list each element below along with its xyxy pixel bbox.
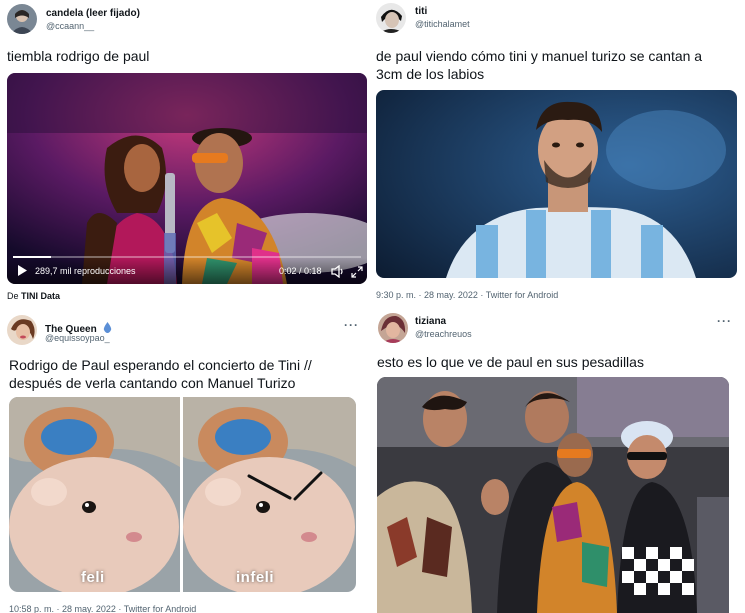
user-handle[interactable]: @titichalamet — [415, 19, 470, 29]
tweet-image-left[interactable]: feli — [9, 397, 180, 592]
tweet-text: de paul viendo cómo tini y manuel turizo… — [376, 47, 702, 83]
progress-track[interactable] — [13, 256, 361, 258]
tweet-image[interactable] — [376, 90, 737, 278]
source-name[interactable]: TINI Data — [21, 291, 60, 301]
display-name[interactable]: tiziana — [415, 316, 446, 327]
tweet-image[interactable] — [377, 377, 729, 613]
video-time: 0:02 / 0:18 — [279, 266, 322, 276]
display-name[interactable]: titi — [415, 6, 427, 17]
volume-icon[interactable] — [331, 265, 345, 278]
image-label-right: infeli — [236, 569, 275, 586]
tweet-timestamp[interactable]: 10:58 p. m. · 28 may. 2022 · Twitter for… — [9, 604, 196, 613]
avatar[interactable] — [7, 4, 37, 34]
tweet-image-right[interactable]: infeli — [183, 397, 356, 592]
tweet-text-line-2: 3cm de los labios — [376, 66, 485, 82]
fullscreen-icon[interactable] — [351, 266, 363, 278]
view-count: 289,7 mil reproducciones — [35, 266, 136, 276]
avatar[interactable] — [376, 3, 406, 33]
play-icon[interactable] — [17, 265, 27, 276]
tweet-text-line-2: después de verla cantando con Manuel Tur… — [9, 375, 296, 391]
tweet-candela[interactable]: candela (leer fijado) @ccaann__ tiembla … — [0, 0, 372, 310]
tweet-text: esto es lo que ve de paul en sus pesadil… — [377, 354, 644, 370]
tweet-text: tiembla rodrigo de paul — [7, 48, 150, 64]
avatar[interactable] — [7, 315, 37, 345]
tweet-timestamp[interactable]: 9:30 p. m. · 28 may. 2022 · Twitter for … — [376, 290, 558, 300]
tweet-tiziana[interactable]: tiziana @treachreuos ··· esto es lo que … — [372, 310, 745, 613]
tweet-the-queen[interactable]: The Queen @equissoypao_ ··· Rodrigo de P… — [0, 310, 372, 613]
image-label-left: feli — [81, 569, 105, 586]
display-name[interactable]: candela (leer fijado) — [46, 8, 140, 19]
more-options-button[interactable]: ··· — [344, 318, 359, 332]
video-source[interactable]: De TINI Data — [7, 291, 60, 301]
tweet-text: Rodrigo de Paul esperando el concierto d… — [9, 356, 312, 392]
progress-fill — [13, 256, 52, 258]
user-handle[interactable]: @treachreuos — [415, 329, 472, 339]
tweet-video[interactable]: 289,7 mil reproducciones 0:02 / 0:18 — [7, 73, 367, 284]
avatar[interactable] — [378, 313, 408, 343]
more-options-button[interactable]: ··· — [717, 314, 732, 328]
tweet-text-line-1: de paul viendo cómo tini y manuel turizo… — [376, 48, 703, 64]
user-handle[interactable]: @equissoypao_ — [45, 333, 110, 343]
tweet-text-line-1: Rodrigo de Paul esperando el concierto d… — [9, 357, 312, 373]
source-prefix: De — [7, 291, 19, 301]
user-handle[interactable]: @ccaann__ — [46, 21, 94, 31]
tweet-titi[interactable]: titi @titichalamet de paul viendo cómo t… — [372, 0, 745, 310]
water-drop-icon — [103, 322, 112, 333]
